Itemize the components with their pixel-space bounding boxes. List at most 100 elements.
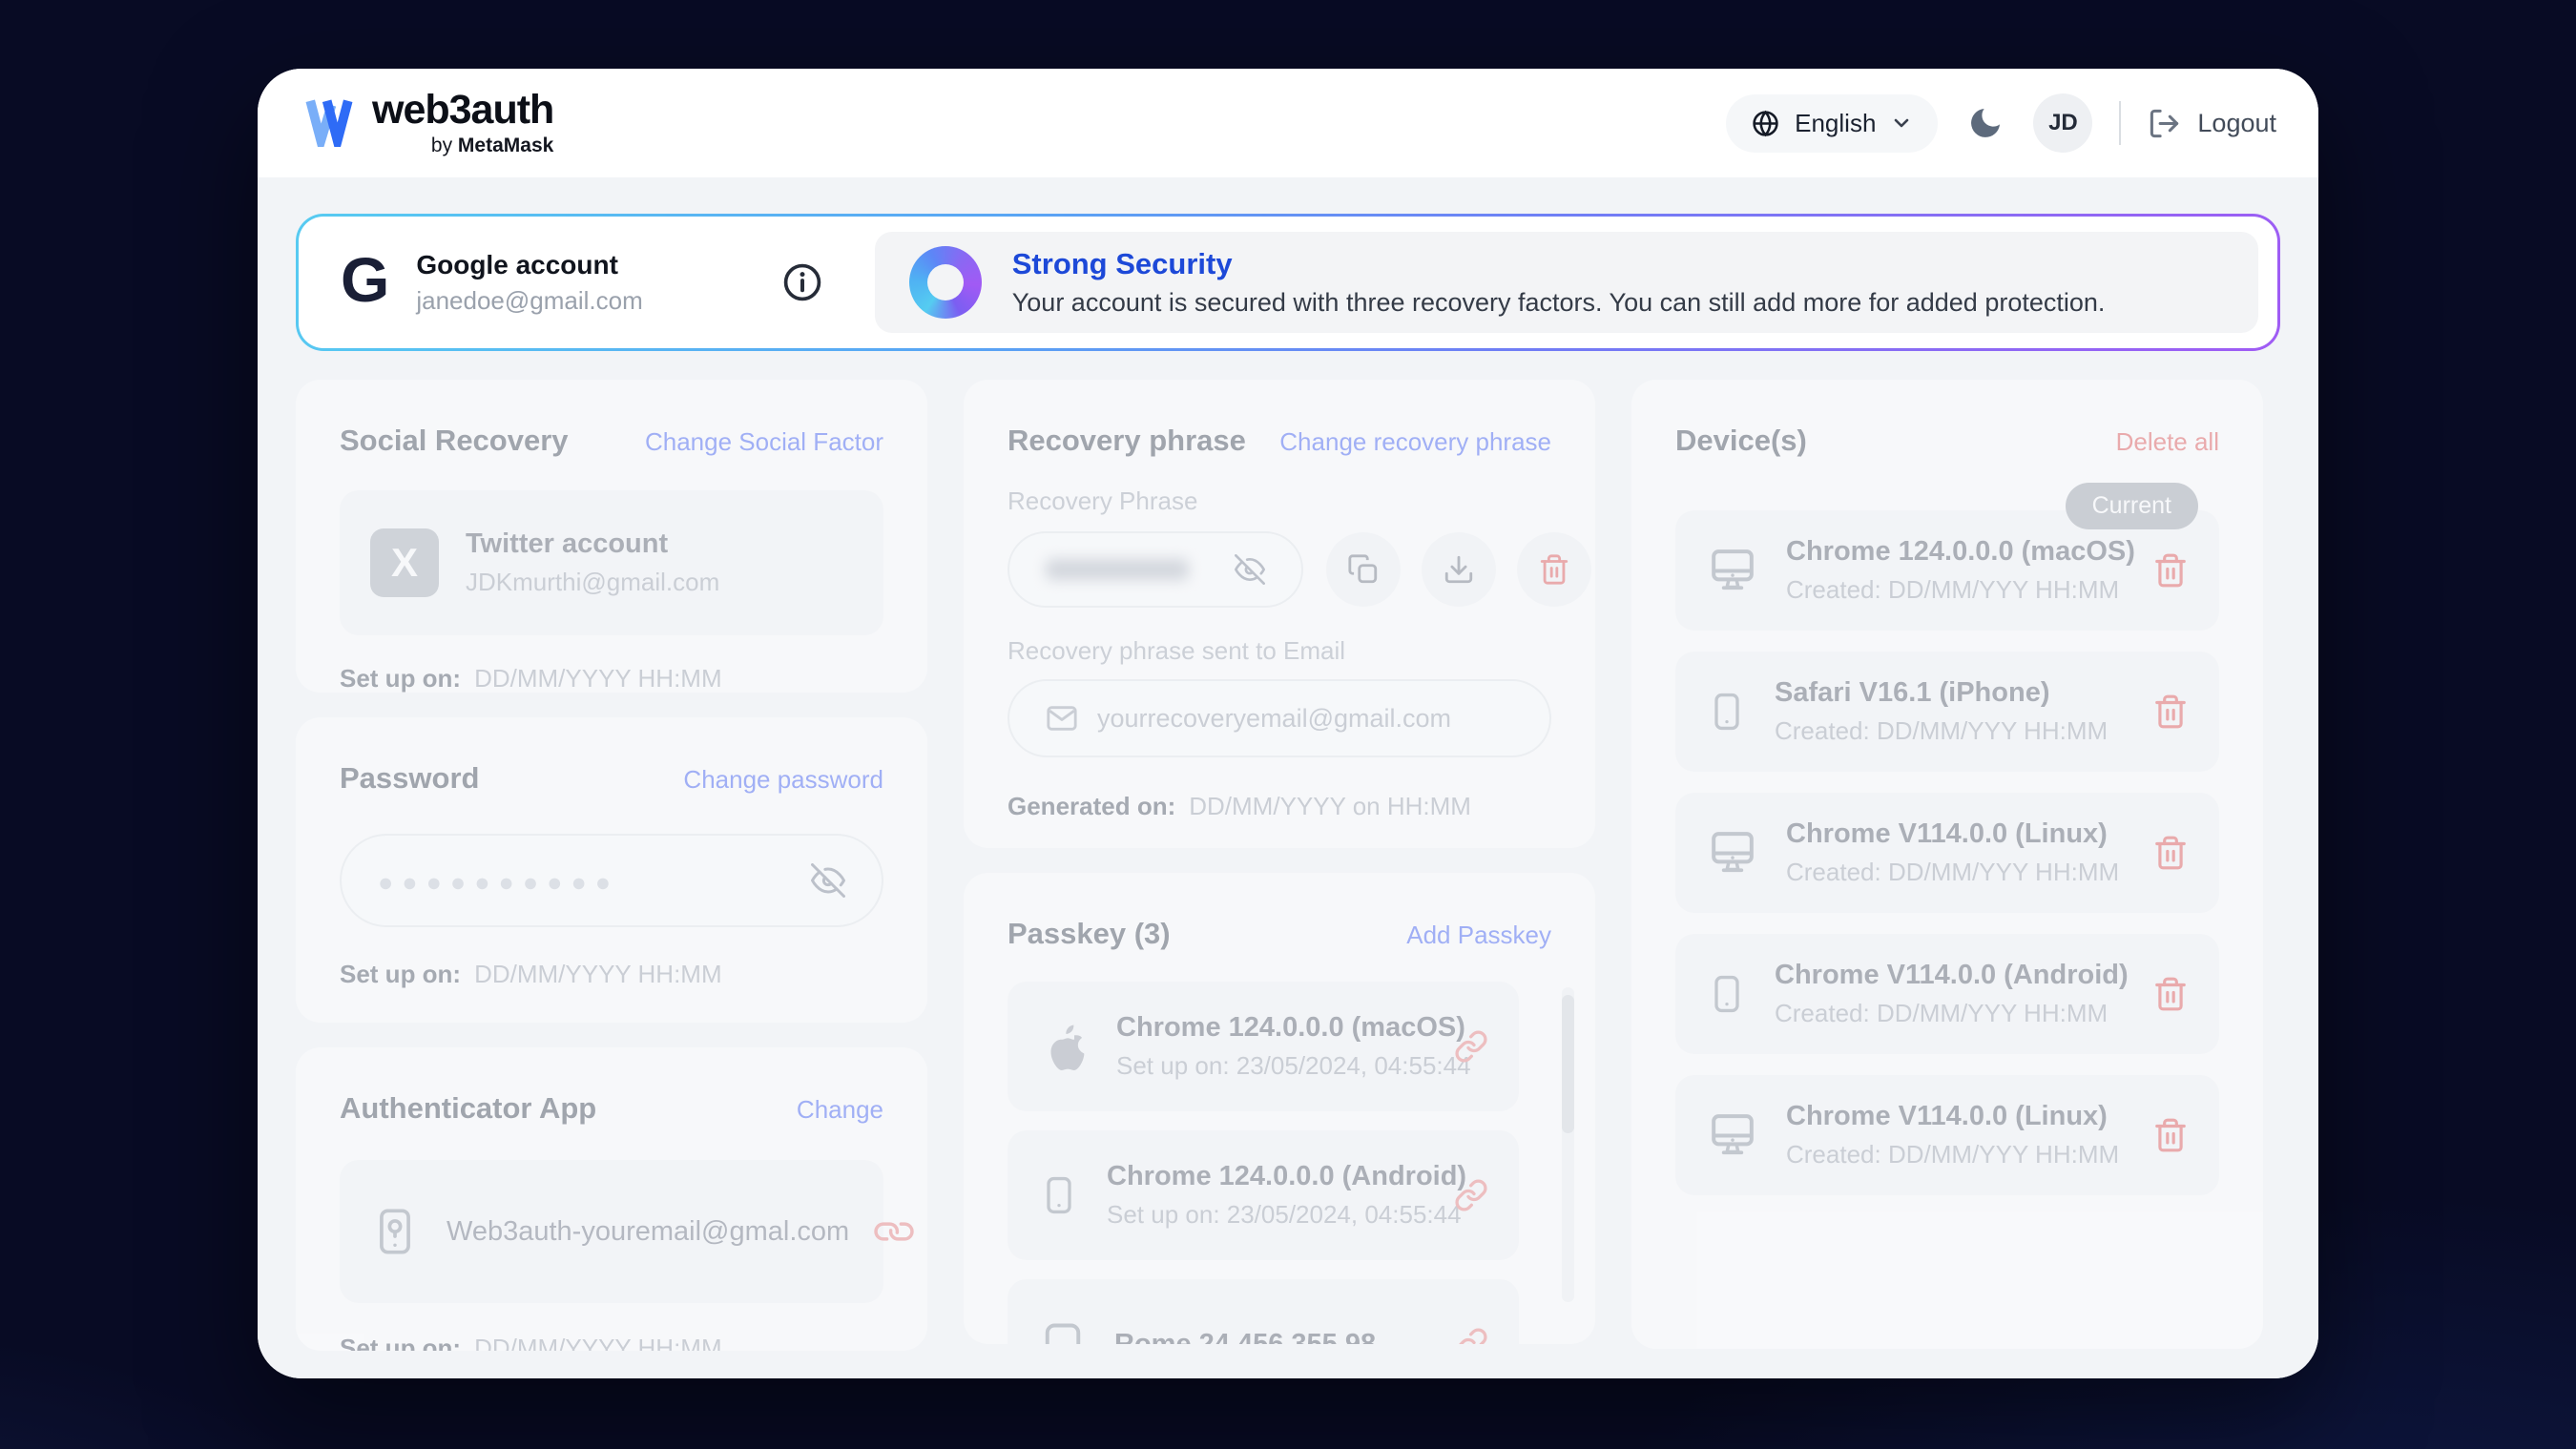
recovery-phrase-title: Recovery phrase [1008,424,1246,458]
download-button[interactable] [1422,532,1496,607]
device-row: Chrome V114.0.0 (Android) Created: DD/MM… [1675,934,2219,1054]
google-account-title: Google account [416,250,642,280]
device-row: Safari V16.1 (iPhone) Created: DD/MM/YYY… [1675,652,2219,772]
password-card: Password Change password ●●●●●●●●●● Set … [296,717,927,1023]
generated-on-row: Generated on: DD/MM/YYYY on HH:MM [1008,792,1551,821]
copy-icon [1347,553,1380,586]
eye-off-icon[interactable] [1235,554,1265,585]
delete-recovery-phrase-button[interactable] [1517,532,1591,607]
language-label: English [1795,109,1876,138]
recovery-email-input[interactable]: yourrecoveryemail@gmail.com [1008,679,1551,757]
app-header: web3auth by MetaMask English JD [258,69,2318,177]
language-selector[interactable]: English [1726,94,1938,153]
security-status-description: Your account is secured with three recov… [1012,288,2106,318]
header-controls: English JD Logout [1726,93,2276,153]
unlink-icon[interactable] [868,1206,920,1257]
eye-off-icon[interactable] [811,863,845,898]
scrollbar-thumb[interactable] [1562,995,1574,1133]
moon-icon [1966,104,2005,142]
authenticator-title: Authenticator App [340,1091,596,1126]
app-card: web3auth by MetaMask English JD [258,69,2318,1378]
logo-title: web3auth [372,90,553,131]
mail-icon [1046,702,1078,735]
security-status-panel: Strong Security Your account is secured … [875,232,2258,333]
security-status-title: Strong Security [1012,247,2106,281]
logout-label: Logout [2197,109,2276,138]
factors-grid: Social Recovery Change Social Factor X T… [296,380,2280,1351]
apple-icon [1038,1021,1090,1072]
chevron-down-icon [1890,112,1913,135]
trash-icon[interactable] [2152,976,2189,1012]
password-input[interactable]: ●●●●●●●●●● [340,834,883,927]
google-icon: G [341,248,389,311]
smartphone-icon [1706,963,1748,1025]
passkey-title: Passkey (3) [1008,917,1171,951]
recovery-phrase-card: Recovery phrase Change recovery phrase R… [964,380,1595,848]
devices-card: Device(s) Delete all Current Chrome 124.… [1631,380,2263,1349]
header-divider [2119,101,2121,145]
passkey-row: Rome 24.456.355.98 [1008,1279,1519,1344]
smartphone-icon [1038,1165,1080,1226]
link-icon[interactable] [1454,1029,1488,1064]
social-recovery-title: Social Recovery [340,424,569,458]
logout-icon [2148,107,2181,140]
web3auth-logo: web3auth by MetaMask [301,90,553,157]
social-setup-row: Set up on: DD/MM/YYYY HH:MM [340,664,883,693]
change-password-link[interactable]: Change password [683,765,883,795]
trash-icon[interactable] [2152,693,2189,730]
logo-subtitle: by MetaMask [431,135,553,157]
device-row: Chrome V114.0.0 (Linux) Created: DD/MM/Y… [1675,793,2219,913]
security-banner: G Google account janedoe@gmail.com Stron… [296,214,2280,351]
link-icon[interactable] [1454,1327,1488,1344]
password-setup-row: Set up on: DD/MM/YYYY HH:MM [340,960,883,989]
device-row: Chrome V114.0.0 (Linux) Created: DD/MM/Y… [1675,1075,2219,1195]
tablet-icon [1038,1316,1088,1344]
logout-button[interactable]: Logout [2148,107,2276,140]
passkey-card: Passkey (3) Add Passkey Chrome 124.0.0.0… [964,873,1595,1344]
device-list: Chrome 124.0.0.0 (macOS) Created: DD/MM/… [1675,510,2219,1195]
change-social-factor-link[interactable]: Change Social Factor [645,427,883,457]
app-content: G Google account janedoe@gmail.com Stron… [258,177,2318,1378]
passkey-row: Chrome 124.0.0.0 (macOS) Set up on: 23/0… [1008,982,1519,1111]
trash-icon [1538,553,1570,586]
passkey-list: Chrome 124.0.0.0 (macOS) Set up on: 23/0… [1008,982,1551,1344]
authenticator-card: Authenticator App Change Web3auth-yourem… [296,1047,927,1351]
link-icon[interactable] [1454,1178,1488,1212]
web3auth-logo-icon [301,99,357,147]
security-ring-icon [909,246,982,319]
authenticator-setup-row: Set up on: DD/MM/YYYY HH:MM [340,1334,883,1351]
delete-all-link[interactable]: Delete all [2116,427,2219,457]
add-passkey-link[interactable]: Add Passkey [1406,921,1551,950]
recovery-phrase-input[interactable] [1008,531,1303,608]
password-masked-value: ●●●●●●●●●● [378,868,619,898]
recovery-email-label: Recovery phrase sent to Email [1008,636,1551,666]
recovery-email-value: yourrecoveryemail@gmail.com [1097,704,1451,734]
google-account-email: janedoe@gmail.com [416,286,642,316]
change-authenticator-link[interactable]: Change [797,1095,883,1125]
devices-title: Device(s) [1675,424,1807,458]
x-twitter-icon: X [370,528,439,597]
authenticator-account: Web3auth-youremail@gmal.com [447,1216,849,1248]
recovery-phrase-hidden-value [1046,559,1189,580]
desktop-icon [1706,544,1759,597]
twitter-account-email: JDKmurthi@gmail.com [466,568,719,597]
dark-mode-toggle[interactable] [1964,102,2006,144]
trash-icon[interactable] [2152,1117,2189,1153]
social-recovery-card: Social Recovery Change Social Factor X T… [296,380,927,693]
copy-button[interactable] [1326,532,1401,607]
passkey-row: Chrome 124.0.0.0 (Android) Set up on: 23… [1008,1130,1519,1260]
authenticator-phone-icon [370,1197,420,1266]
change-recovery-phrase-link[interactable]: Change recovery phrase [1279,427,1551,457]
info-icon[interactable] [781,261,823,303]
twitter-account-item: X Twitter account JDKmurthi@gmail.com [340,490,883,635]
trash-icon[interactable] [2152,552,2189,589]
smartphone-icon [1706,681,1748,742]
recovery-phrase-label: Recovery Phrase [1008,486,1551,516]
google-account-block: G Google account janedoe@gmail.com [299,250,643,316]
globe-icon [1751,109,1780,138]
password-title: Password [340,761,479,796]
avatar[interactable]: JD [2033,93,2092,153]
authenticator-item: Web3auth-youremail@gmal.com [340,1160,883,1303]
trash-icon[interactable] [2152,835,2189,871]
twitter-account-title: Twitter account [466,528,719,560]
